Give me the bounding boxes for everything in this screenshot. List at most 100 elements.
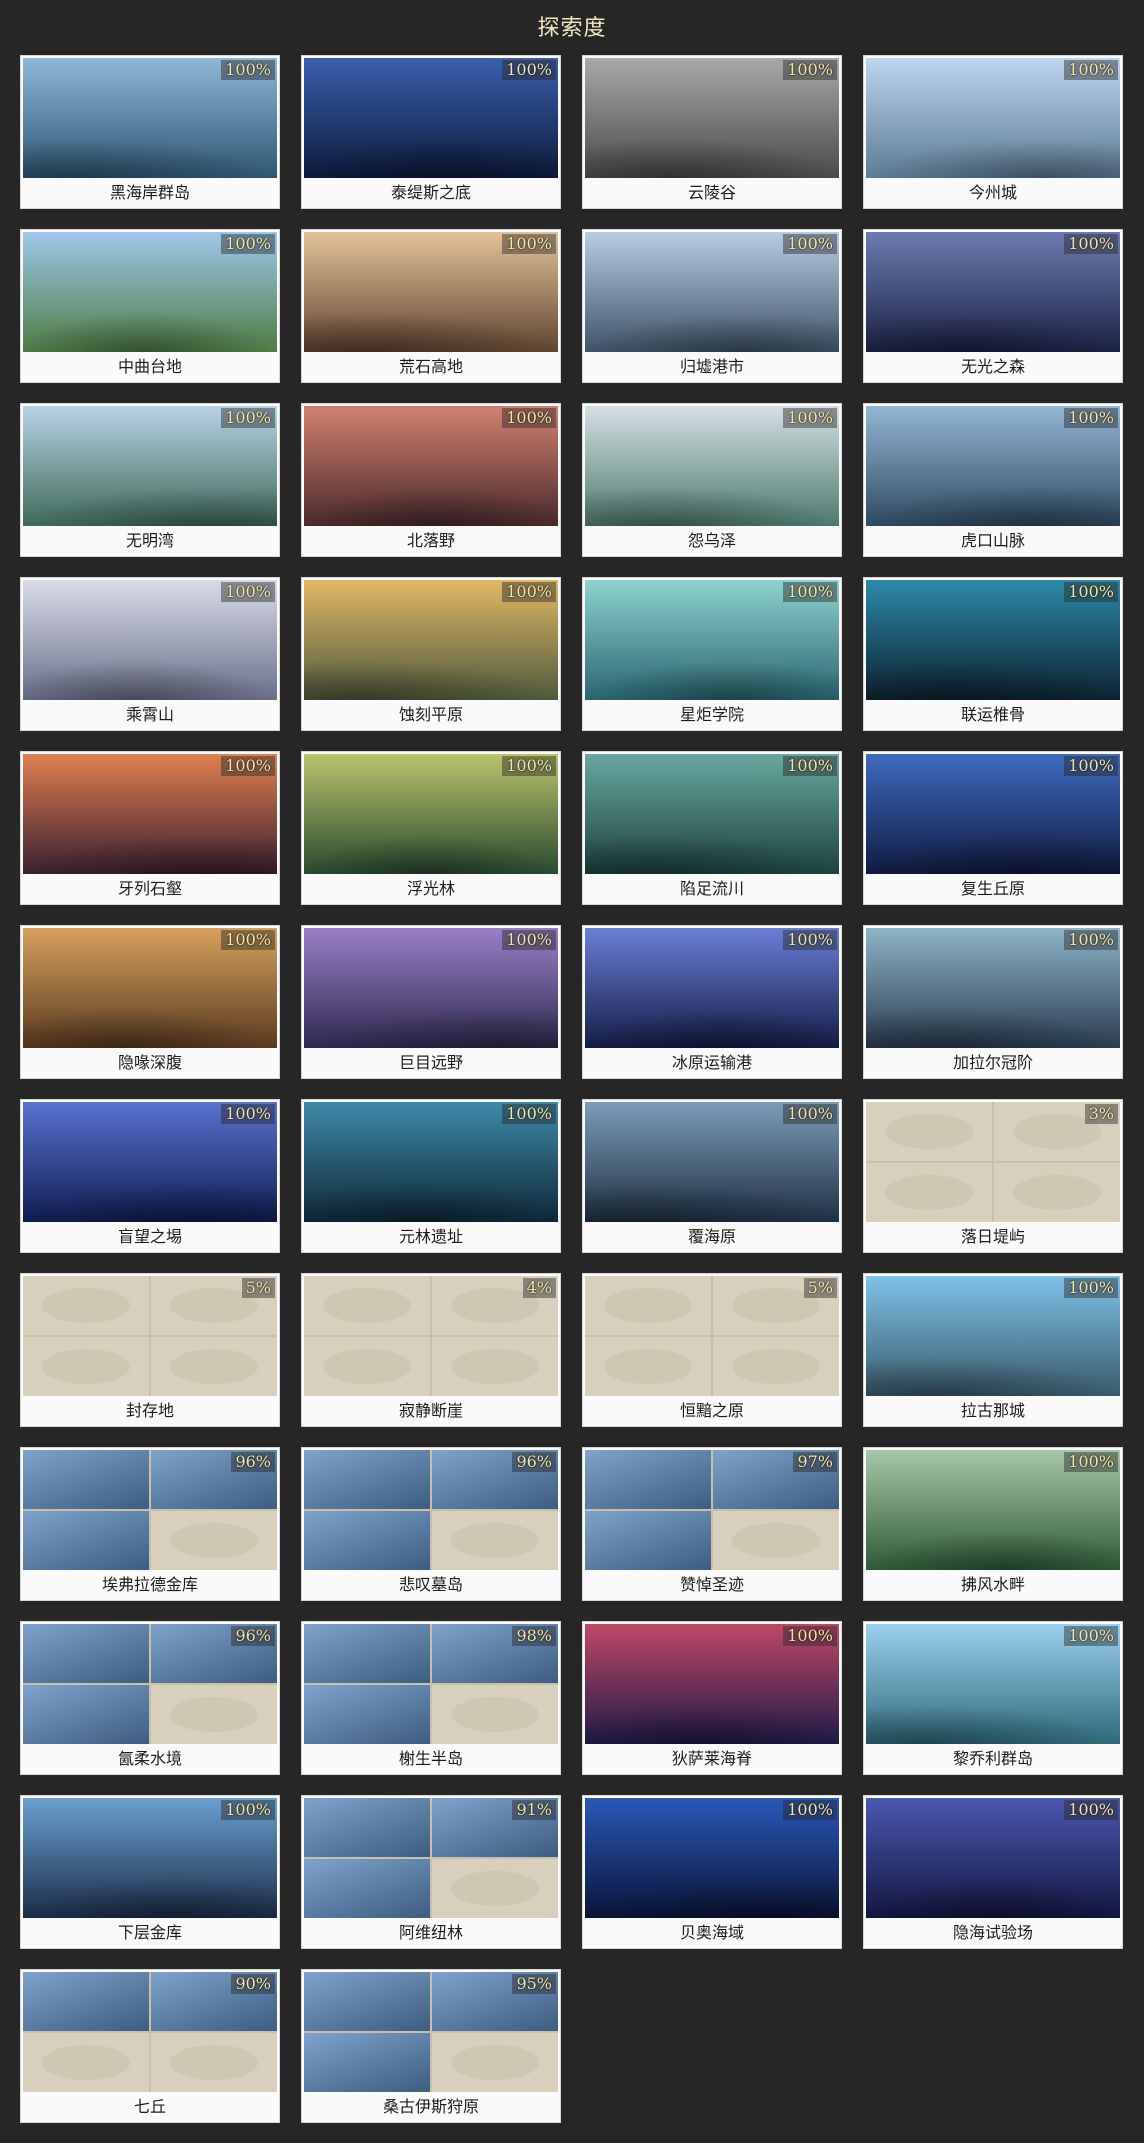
map-texture: [169, 1696, 259, 1733]
region-card[interactable]: 98% 榭生半岛: [301, 1621, 561, 1775]
map-tile-locked: [866, 1163, 992, 1222]
map-tile-unlocked: [304, 1450, 430, 1509]
region-name: 封存地: [125, 1401, 174, 1420]
region-card[interactable]: 100% 归墟港市: [582, 229, 842, 383]
map-texture: [450, 1522, 540, 1559]
region-name: 牙列石壑: [117, 879, 182, 898]
region-name: 悲叹墓岛: [398, 1575, 463, 1594]
region-card[interactable]: 100% 黎乔利群岛: [863, 1621, 1123, 1775]
region-thumbnail: 100%: [585, 754, 839, 874]
scenery-landform: [23, 1182, 277, 1222]
region-thumbnail: 90%: [23, 1972, 277, 2092]
region-card[interactable]: 100% 浮光林: [301, 751, 561, 905]
region-card[interactable]: 100% 元林遗址: [301, 1099, 561, 1253]
region-card[interactable]: 100% 加拉尔冠阶: [863, 925, 1123, 1079]
map-tile-locked: [866, 1102, 992, 1161]
exploration-percent: 96%: [231, 1626, 275, 1646]
region-card[interactable]: 100% 拂风水畔: [863, 1447, 1123, 1601]
map-tile-locked: [432, 1685, 558, 1744]
exploration-percent: 100%: [221, 1104, 275, 1124]
scenery-landform: [866, 1530, 1120, 1570]
map-tiles: [23, 1276, 277, 1396]
region-card[interactable]: 96% 氤柔水境: [20, 1621, 280, 1775]
exploration-percent: 100%: [1064, 1626, 1118, 1646]
region-name: 云陵谷: [687, 183, 736, 202]
region-thumbnail: 100%: [304, 232, 558, 352]
region-card[interactable]: 100% 牙列石壑: [20, 751, 280, 905]
scenery-landform: [304, 1182, 558, 1222]
region-card[interactable]: 100% 中曲台地: [20, 229, 280, 383]
region-card[interactable]: 100% 怨乌泽: [582, 403, 842, 557]
region-card[interactable]: 100% 乘霄山: [20, 577, 280, 731]
region-card[interactable]: 90% 七丘: [20, 1969, 280, 2123]
map-tile-unlocked: [585, 1450, 711, 1509]
region-card[interactable]: 100% 拉古那城: [863, 1273, 1123, 1427]
map-tile-locked: [432, 2033, 558, 2092]
region-name: 七丘: [133, 2097, 166, 2116]
region-thumbnail: 100%: [23, 754, 277, 874]
region-card[interactable]: 95% 桑古伊斯狩原: [301, 1969, 561, 2123]
exploration-percent: 100%: [783, 1626, 837, 1646]
region-thumbnail: 100%: [23, 1102, 277, 1222]
region-card[interactable]: 100% 陷足流川: [582, 751, 842, 905]
map-texture: [884, 1174, 974, 1211]
region-card[interactable]: 100% 无明湾: [20, 403, 280, 557]
region-card[interactable]: 100% 虎口山脉: [863, 403, 1123, 557]
region-card[interactable]: 5% 恒黯之原: [582, 1273, 842, 1427]
region-card[interactable]: 100% 隐喙深腹: [20, 925, 280, 1079]
scenery-landform: [866, 1878, 1120, 1918]
region-card[interactable]: 91% 阿维纽林: [301, 1795, 561, 1949]
region-thumbnail: 100%: [585, 928, 839, 1048]
map-tile-locked: [23, 2033, 149, 2092]
region-card[interactable]: 5% 封存地: [20, 1273, 280, 1427]
map-texture: [603, 1287, 693, 1324]
region-card[interactable]: 97% 赞悼圣迹: [582, 1447, 842, 1601]
region-card[interactable]: 100% 盲望之埸: [20, 1099, 280, 1253]
map-tiles: [866, 1102, 1120, 1222]
map-texture: [169, 1348, 259, 1385]
region-card[interactable]: 100% 贝奥海域: [582, 1795, 842, 1949]
region-thumbnail: 100%: [304, 928, 558, 1048]
region-name: 加拉尔冠阶: [952, 1053, 1033, 1072]
region-card[interactable]: 100% 下层金库: [20, 1795, 280, 1949]
region-card[interactable]: 100% 北落野: [301, 403, 561, 557]
exploration-percent: 100%: [1064, 234, 1118, 254]
region-card[interactable]: 100% 隐海试验场: [863, 1795, 1123, 1949]
region-card[interactable]: 100% 复生丘原: [863, 751, 1123, 905]
region-card[interactable]: 100% 云陵谷: [582, 55, 842, 209]
region-card[interactable]: 4% 寂静断崖: [301, 1273, 561, 1427]
region-name: 狄萨莱海脊: [671, 1749, 752, 1768]
exploration-percent: 100%: [502, 930, 556, 950]
region-card[interactable]: 100% 蚀刻平原: [301, 577, 561, 731]
region-card[interactable]: 100% 联运椎骨: [863, 577, 1123, 731]
region-card[interactable]: 100% 覆海原: [582, 1099, 842, 1253]
exploration-percent: 100%: [1064, 1278, 1118, 1298]
region-thumbnail: 100%: [585, 232, 839, 352]
map-tile-unlocked: [304, 1859, 430, 1918]
region-thumbnail: 100%: [304, 1102, 558, 1222]
region-card[interactable]: 96% 埃弗拉德金库: [20, 1447, 280, 1601]
region-name: 阿维纽林: [398, 1923, 463, 1942]
region-name: 元林遗址: [398, 1227, 463, 1246]
exploration-percent: 100%: [221, 930, 275, 950]
region-card[interactable]: 100% 冰原运输港: [582, 925, 842, 1079]
map-tile-locked: [713, 1511, 839, 1570]
region-card[interactable]: 100% 星炬学院: [582, 577, 842, 731]
region-thumbnail: 100%: [866, 406, 1120, 526]
exploration-percent: 100%: [221, 408, 275, 428]
region-card[interactable]: 100% 泰缇斯之底: [301, 55, 561, 209]
map-tile-unlocked: [23, 1972, 149, 2031]
scenery-landform: [304, 834, 558, 874]
map-tile-locked: [585, 1337, 711, 1396]
region-card[interactable]: 100% 黑海岸群岛: [20, 55, 280, 209]
region-card[interactable]: 100% 巨目远野: [301, 925, 561, 1079]
exploration-percent: 100%: [783, 756, 837, 776]
region-card[interactable]: 96% 悲叹墓岛: [301, 1447, 561, 1601]
exploration-percent: 95%: [512, 1974, 556, 1994]
region-card[interactable]: 100% 无光之森: [863, 229, 1123, 383]
region-card[interactable]: 3% 落日堤屿: [863, 1099, 1123, 1253]
region-card[interactable]: 100% 荒石高地: [301, 229, 561, 383]
region-card[interactable]: 100% 今州城: [863, 55, 1123, 209]
region-thumbnail: 100%: [866, 1276, 1120, 1396]
region-card[interactable]: 100% 狄萨莱海脊: [582, 1621, 842, 1775]
